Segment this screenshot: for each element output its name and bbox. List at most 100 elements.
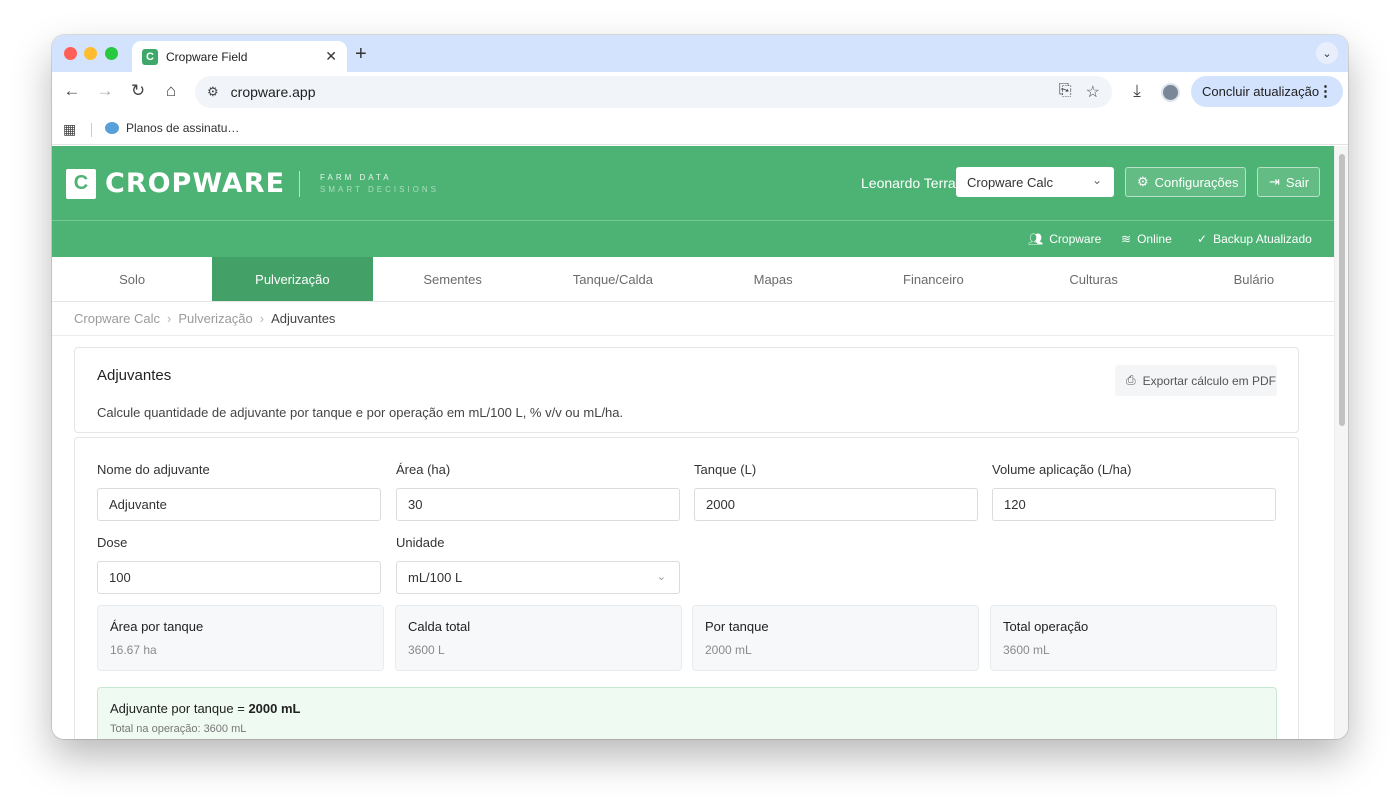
- field-label: Dose: [97, 535, 128, 550]
- cropware-logo[interactable]: C CROPWARE FARM DATA SMART DECISIONS: [66, 168, 439, 199]
- logo-wordmark: CROPWARE: [105, 168, 286, 199]
- back-icon[interactable]: ←: [61, 81, 83, 101]
- volume-input[interactable]: 120: [992, 488, 1276, 521]
- bookmark-label: Planos de assinatu…: [126, 121, 240, 135]
- unit-field: Unidade mL/100 L ⌄: [396, 535, 680, 594]
- unit-select-value: mL/100 L: [408, 570, 463, 585]
- result-panel: Adjuvante por tanque = 2000 mL Total na …: [97, 687, 1277, 739]
- field-label: Volume aplicação (L/ha): [992, 462, 1132, 477]
- file-download-icon: ⎙: [1126, 373, 1136, 387]
- home-icon[interactable]: ⌂: [160, 81, 182, 101]
- tab-sementes[interactable]: Sementes: [373, 257, 533, 301]
- result-main: Adjuvante por tanque = 2000 mL: [110, 701, 1264, 716]
- area-input[interactable]: 30: [396, 488, 680, 521]
- stat-label: Área por tanque: [110, 619, 204, 634]
- intro-card: Adjuvantes Calcule quantidade de adjuvan…: [74, 347, 1299, 433]
- stat-value: 2000 mL: [705, 643, 752, 657]
- breadcrumb-current: Adjuvantes: [271, 311, 336, 326]
- browser-tab[interactable]: C Cropware Field ✕: [132, 41, 347, 72]
- breadcrumb-item[interactable]: Pulverização: [178, 311, 252, 326]
- breadcrumb-item[interactable]: Cropware Calc: [74, 311, 160, 326]
- install-app-icon[interactable]: ⎘: [1059, 82, 1072, 102]
- update-button[interactable]: Concluir atualização ⋮: [1191, 76, 1343, 107]
- chevron-down-icon: ⌄: [656, 571, 666, 583]
- users-icon: 👥︎: [1028, 232, 1044, 246]
- breadcrumb-separator-icon: ›: [166, 311, 172, 326]
- tagline-line-1: FARM DATA: [320, 172, 392, 182]
- area-field: Área (ha) 30: [396, 462, 680, 521]
- status-online-label: Online: [1137, 232, 1172, 246]
- close-tab-icon[interactable]: ✕: [325, 48, 337, 65]
- user-name: Leonardo Terra: [861, 175, 956, 191]
- stat-per-tank: Por tanque 2000 mL: [692, 605, 979, 671]
- gear-icon: ⚙: [1137, 174, 1149, 189]
- tab-mapas[interactable]: Mapas: [693, 257, 853, 301]
- volume-field: Volume aplicação (L/ha) 120: [992, 462, 1276, 521]
- dose-field: Dose 100: [97, 535, 381, 594]
- app-selector-value: Cropware Calc: [967, 174, 1053, 190]
- stat-label: Por tanque: [705, 619, 769, 634]
- stat-total-operation: Total operação 3600 mL: [990, 605, 1277, 671]
- adjuvant-name-input[interactable]: Adjuvante: [97, 488, 381, 521]
- field-label: Área (ha): [396, 462, 451, 477]
- maximize-window-button[interactable]: [105, 47, 118, 60]
- tab-tanque-calda[interactable]: Tanque/Calda: [533, 257, 693, 301]
- logout-button[interactable]: ⇥ Sair: [1257, 167, 1320, 197]
- close-window-button[interactable]: [64, 47, 77, 60]
- logout-icon: ⇥: [1269, 174, 1280, 189]
- logout-button-label: Sair: [1285, 174, 1310, 190]
- export-pdf-button[interactable]: ⎙ Exportar cálculo em PDF: [1115, 365, 1277, 396]
- profile-avatar[interactable]: [1161, 83, 1180, 102]
- tab-solo[interactable]: Solo: [52, 257, 212, 301]
- forward-icon[interactable]: →: [94, 81, 116, 101]
- logo-tagline: FARM DATA SMART DECISIONS: [320, 172, 439, 196]
- wifi-icon: ≋: [1121, 232, 1132, 246]
- field-label: Tanque (L): [694, 462, 757, 477]
- tab-financeiro[interactable]: Financeiro: [853, 257, 1013, 301]
- page-content: C CROPWARE FARM DATA SMART DECISIONS Leo…: [52, 146, 1334, 739]
- status-bar: 👥︎ Cropware ≋ Online ✓ Backup Atualizado: [52, 220, 1334, 257]
- unit-select[interactable]: mL/100 L ⌄: [396, 561, 680, 594]
- chevron-down-icon: ⌄: [1091, 173, 1102, 187]
- stat-value: 3600 mL: [1003, 643, 1050, 657]
- bookmarks-divider: [91, 123, 92, 137]
- tab-pulverizacao[interactable]: Pulverização: [212, 257, 373, 301]
- apps-grid-icon[interactable]: ▦: [63, 121, 76, 138]
- url-text: cropware.app: [230, 84, 316, 100]
- field-label: Unidade: [396, 535, 445, 550]
- scrollbar-thumb[interactable]: [1339, 154, 1345, 426]
- download-icon[interactable]: ⤓: [1126, 81, 1148, 101]
- status-online: ≋ Online: [1121, 232, 1172, 246]
- settings-button[interactable]: ⚙ Configurações: [1125, 167, 1246, 197]
- page-scrollbar[interactable]: [1334, 146, 1348, 739]
- status-backup-label: Backup Atualizado: [1213, 232, 1312, 246]
- tab-bulario[interactable]: Bulário: [1174, 257, 1334, 301]
- status-org-label: Cropware: [1049, 232, 1102, 246]
- stat-label: Total operação: [1003, 619, 1089, 634]
- tank-input[interactable]: 2000: [694, 488, 978, 521]
- new-tab-icon[interactable]: +: [355, 43, 367, 66]
- status-org: 👥︎ Cropware: [1028, 232, 1101, 246]
- bookmark-star-icon[interactable]: ☆: [1086, 82, 1100, 102]
- dose-input[interactable]: 100: [97, 561, 381, 594]
- tab-culturas[interactable]: Culturas: [1014, 257, 1174, 301]
- browser-toolbar: ← → ↻ ⌂ ⚙ cropware.app ⎘ ☆ ⤓ Concluir at…: [52, 72, 1348, 113]
- result-value: 2000 mL: [248, 701, 301, 716]
- tagline-line-2: SMART DECISIONS: [320, 184, 439, 194]
- minimize-window-button[interactable]: [84, 47, 97, 60]
- address-bar[interactable]: ⚙ cropware.app ⎘ ☆: [195, 76, 1112, 108]
- tab-search-icon[interactable]: ⌄: [1316, 42, 1338, 64]
- more-menu-icon[interactable]: ⋮: [1318, 82, 1333, 100]
- site-info-icon[interactable]: ⚙: [207, 84, 219, 100]
- reload-icon[interactable]: ↻: [127, 81, 149, 101]
- update-button-label: Concluir atualização: [1202, 84, 1320, 99]
- stat-total-mix: Calda total 3600 L: [395, 605, 682, 671]
- app-selector[interactable]: Cropware Calc ⌄: [956, 167, 1114, 197]
- bookmark-favicon-icon: [105, 122, 119, 134]
- result-prefix: Adjuvante por tanque =: [110, 701, 245, 716]
- tab-strip: C Cropware Field ✕ + ⌄: [52, 35, 1348, 72]
- result-sub: Total na operação: 3600 mL: [110, 723, 247, 735]
- browser-window: C Cropware Field ✕ + ⌄ ← → ↻ ⌂ ⚙ cropwar…: [52, 35, 1348, 739]
- bookmark-item[interactable]: Planos de assinatu…: [105, 121, 239, 135]
- tank-field: Tanque (L) 2000: [694, 462, 978, 521]
